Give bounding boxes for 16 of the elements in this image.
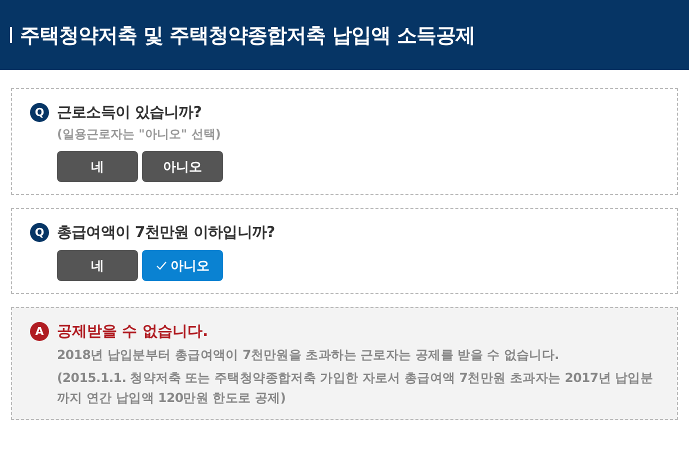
check-icon [156,261,166,270]
result-title: 공제받을 수 없습니다. [57,322,208,341]
answer-button[interactable]: 네 [57,151,138,182]
question-text: 총급여액이 7천만원 이하입니까? [57,223,275,242]
answer-badge: A [30,322,49,341]
question-badge: Q [30,103,49,122]
question-text: 근로소득이 있습니까? [57,103,202,122]
answer-button[interactable]: 아니오 [142,250,223,281]
page-title: 주택청약저축 및 주택청약종합저축 납입액 소득공제 [20,22,475,48]
result-text: 2018년 납입분부터 총급여액이 7천만원을 초과하는 근로자는 공제를 받을 수 없습니다. [57,346,560,364]
answer-button[interactable]: 네 [57,250,138,281]
title-marker [10,27,12,43]
question-note: (일용근로자는 "아니오" 선택) [57,126,222,143]
result-text: (2015.1.1. 청약저축 또는 주택청약종합저축 가입한 자로서 총급여액 7천만원 초과자는 2017년 납입분까지 연간 납입액 120만원 한도로 공제) [57,369,654,407]
answer-button[interactable]: 아니오 [142,151,223,182]
question-badge: Q [30,223,49,242]
